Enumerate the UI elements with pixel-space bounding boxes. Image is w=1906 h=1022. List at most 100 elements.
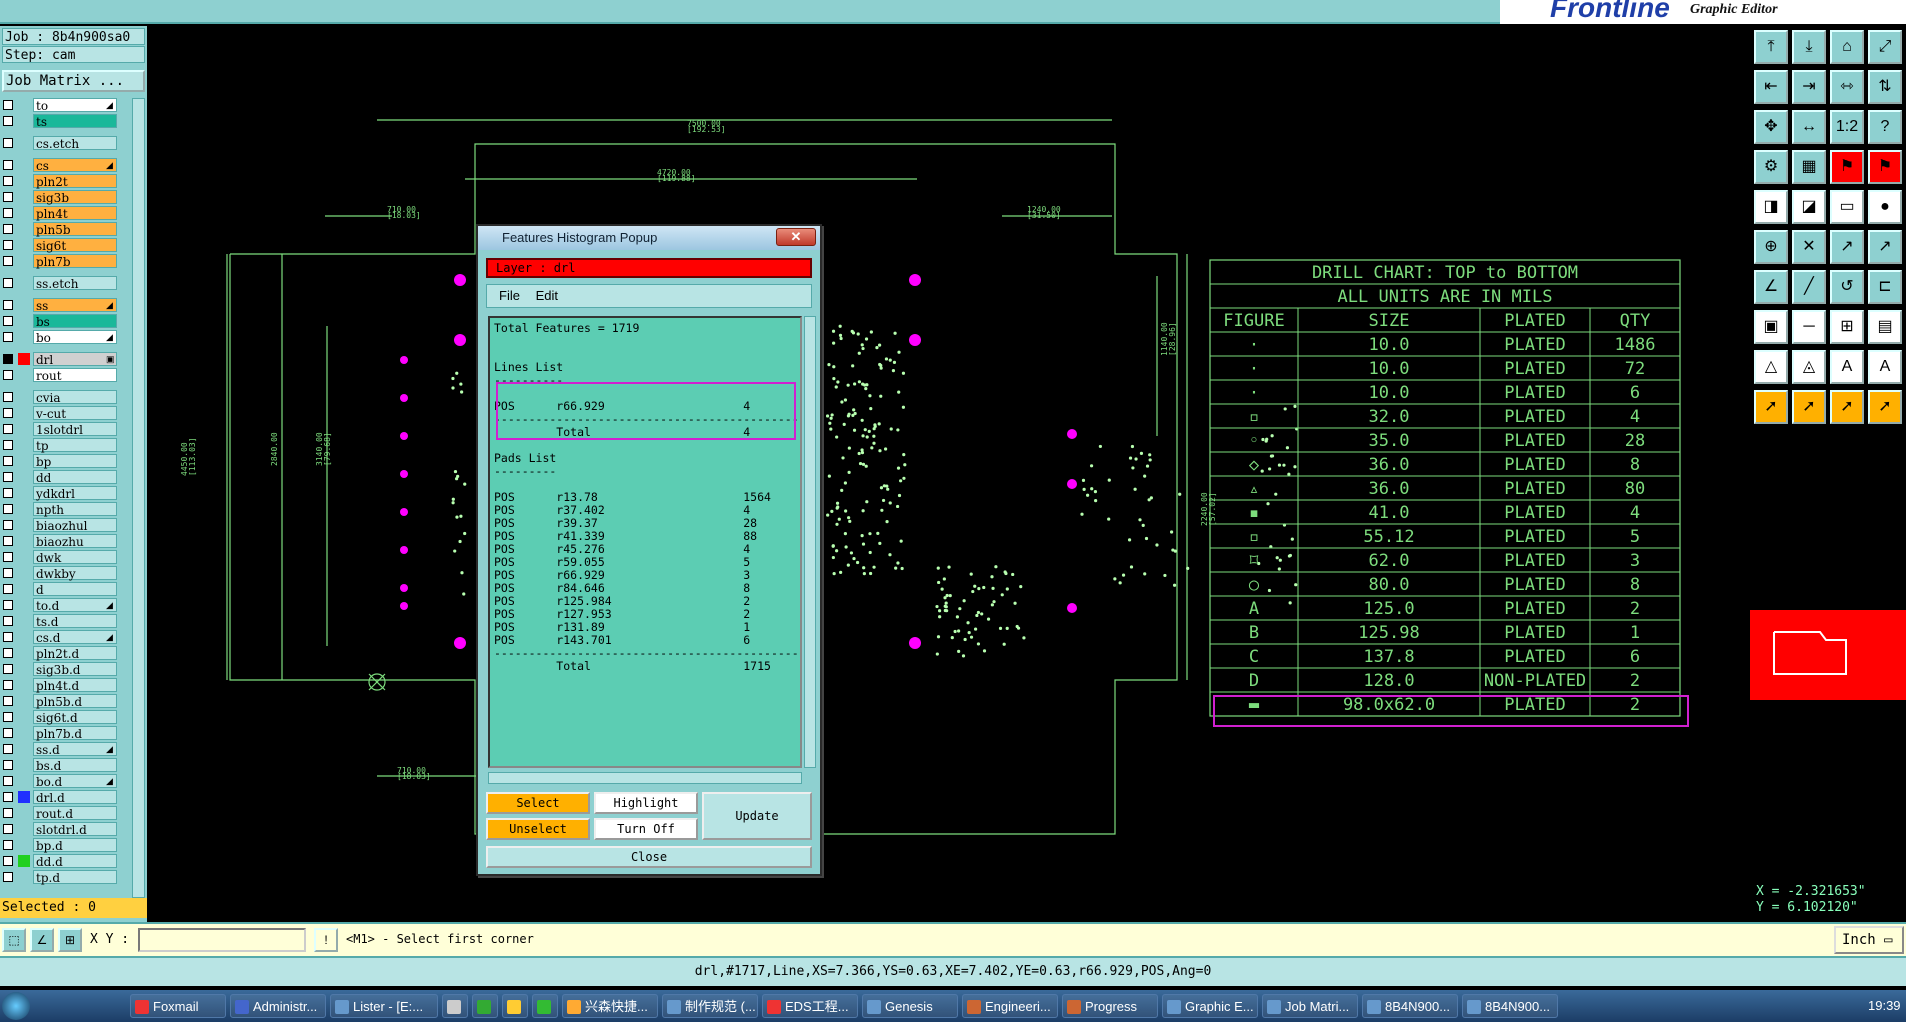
layer-checkbox[interactable] <box>3 424 13 434</box>
toolbar-tool-2-icon[interactable]: ⌂ <box>1830 30 1864 64</box>
layer-checkbox[interactable] <box>3 160 13 170</box>
toolbar-tool-26-icon[interactable]: ↺ <box>1830 270 1864 304</box>
toolbar-tool-25-icon[interactable]: ╱ <box>1792 270 1826 304</box>
layer-row-pln5b[interactable]: pln5b <box>0 222 130 237</box>
layer-checkbox[interactable] <box>3 192 13 202</box>
toolbar-tool-9-icon[interactable]: ↔ <box>1792 110 1826 144</box>
taskbar-item[interactable]: 8B4N900... <box>1462 994 1558 1018</box>
layer-name[interactable]: biaozhul <box>33 518 117 533</box>
layer-checkbox[interactable] <box>3 456 13 466</box>
layer-name[interactable]: cs.d <box>33 630 117 645</box>
layer-row-ss[interactable]: ss ◢ <box>0 298 130 313</box>
toolbar-tool-16-icon[interactable]: ◨ <box>1754 190 1788 224</box>
toolbar-tool-35-icon[interactable]: A <box>1868 350 1902 384</box>
toolbar-tool-13-icon[interactable]: ▦ <box>1792 150 1826 184</box>
layer-checkbox[interactable] <box>3 568 13 578</box>
layer-checkbox[interactable] <box>3 712 13 722</box>
layer-checkbox[interactable] <box>3 116 13 126</box>
layer-row-drl.d[interactable]: drl.d <box>0 790 130 805</box>
toolbar-tool-27-icon[interactable]: ⊏ <box>1868 270 1902 304</box>
layer-row-npth[interactable]: npth <box>0 502 130 517</box>
layer-row-d[interactable]: d <box>0 582 130 597</box>
layer-checkbox[interactable] <box>3 696 13 706</box>
layer-row-dd.d[interactable]: dd.d <box>0 854 130 869</box>
layer-name[interactable]: bs.d <box>33 758 117 773</box>
layer-name[interactable]: ss.etch <box>33 276 117 291</box>
layer-name[interactable]: ts <box>33 114 117 129</box>
taskbar-item[interactable]: 制作规范 (... <box>662 994 758 1018</box>
layer-row-bo.d[interactable]: bo.d ◢ <box>0 774 130 789</box>
layer-name[interactable]: bo <box>33 330 117 345</box>
layer-checkbox[interactable] <box>3 824 13 834</box>
toolbar-tool-18-icon[interactable]: ▭ <box>1830 190 1864 224</box>
layer-row-bp.d[interactable]: bp.d <box>0 838 130 853</box>
layer-checkbox[interactable] <box>3 760 13 770</box>
taskbar-item[interactable] <box>442 994 468 1018</box>
toolbar-tool-3-icon[interactable]: ⤢ <box>1868 30 1902 64</box>
layer-name[interactable]: bs <box>33 314 117 329</box>
layer-row-cs[interactable]: cs ◢ <box>0 158 130 173</box>
layer-name[interactable]: dd <box>33 470 117 485</box>
layer-row-pln4t[interactable]: pln4t <box>0 206 130 221</box>
layer-checkbox[interactable] <box>3 616 13 626</box>
layer-name[interactable]: cvia <box>33 390 117 405</box>
taskbar-item[interactable] <box>502 994 528 1018</box>
popup-titlebar[interactable]: Features Histogram Popup ✕ <box>478 226 820 250</box>
layer-name[interactable]: to <box>33 98 117 113</box>
layer-name[interactable]: cs.etch <box>33 136 117 151</box>
job-matrix-button[interactable]: Job Matrix ... <box>2 70 145 92</box>
layer-name[interactable]: dwk <box>33 550 117 565</box>
unselect-button[interactable]: Unselect <box>486 818 590 840</box>
turn-off-button[interactable]: Turn Off <box>594 818 698 840</box>
layer-name[interactable]: dwkby <box>33 566 117 581</box>
layer-name[interactable]: pln4t <box>33 206 117 221</box>
layer-row-pln7b[interactable]: pln7b <box>0 254 130 269</box>
layer-name[interactable]: rout.d <box>33 806 117 821</box>
layer-name[interactable]: d <box>33 582 117 597</box>
layer-checkbox[interactable] <box>3 808 13 818</box>
toolbar-tool-22-icon[interactable]: ↗ <box>1830 230 1864 264</box>
layer-checkbox[interactable] <box>3 224 13 234</box>
layer-row-bp[interactable]: bp <box>0 454 130 469</box>
grid-icon[interactable]: ⊞ <box>58 928 82 952</box>
layer-row-tp[interactable]: tp <box>0 438 130 453</box>
layer-checkbox[interactable] <box>3 370 13 380</box>
layer-name[interactable]: biaozhu <box>33 534 117 549</box>
layer-row-ss.etch[interactable]: ss.etch <box>0 276 130 291</box>
toolbar-tool-7-icon[interactable]: ⇅ <box>1868 70 1902 104</box>
close-button[interactable]: Close <box>486 846 812 868</box>
layer-row-sig6t[interactable]: sig6t <box>0 238 130 253</box>
layer-row-cs.etch[interactable]: cs.etch <box>0 136 130 151</box>
layer-checkbox[interactable] <box>3 776 13 786</box>
info-icon[interactable]: ! <box>314 928 338 952</box>
layer-name[interactable]: dd.d <box>33 854 117 869</box>
toolbar-tool-23-icon[interactable]: ↗ <box>1868 230 1902 264</box>
layer-checkbox[interactable] <box>3 840 13 850</box>
taskbar-item[interactable]: Foxmail <box>130 994 226 1018</box>
layer-name[interactable]: sig3b <box>33 190 117 205</box>
taskbar-item[interactable] <box>472 994 498 1018</box>
taskbar-item[interactable]: 兴森快捷... <box>562 994 658 1018</box>
popup-close-icon[interactable]: ✕ <box>776 228 816 246</box>
layer-name[interactable]: bo.d <box>33 774 117 789</box>
select-button[interactable]: Select <box>486 792 590 814</box>
layer-row-bs.d[interactable]: bs.d <box>0 758 130 773</box>
toolbar-tool-1-icon[interactable]: ⤓ <box>1792 30 1826 64</box>
layer-name[interactable]: ydkdrl <box>33 486 117 501</box>
layer-checkbox[interactable] <box>3 138 13 148</box>
layer-name[interactable]: bp.d <box>33 838 117 853</box>
cad-canvas[interactable]: 7500.00[192.53]4720.00[119.88]710.00[18.… <box>147 26 1750 922</box>
toolbar-tool-4-icon[interactable]: ⇤ <box>1754 70 1788 104</box>
layer-row-to[interactable]: to ◢ <box>0 98 130 113</box>
layer-name[interactable]: to.d <box>33 598 117 613</box>
layer-checkbox[interactable] <box>3 632 13 642</box>
layer-row-drl[interactable]: drl ▣ <box>0 352 130 367</box>
layer-name[interactable]: ss <box>33 298 117 313</box>
toolbar-tool-14-icon[interactable]: ⚑ <box>1830 150 1864 184</box>
layer-row-cvia[interactable]: cvia <box>0 390 130 405</box>
start-button-icon[interactable] <box>2 992 30 1020</box>
toolbar-tool-39-icon[interactable]: ➚ <box>1868 390 1902 424</box>
layer-row-sig6t.d[interactable]: sig6t.d <box>0 710 130 725</box>
layer-checkbox[interactable] <box>3 728 13 738</box>
taskbar-item[interactable]: EDS工程... <box>762 994 858 1018</box>
